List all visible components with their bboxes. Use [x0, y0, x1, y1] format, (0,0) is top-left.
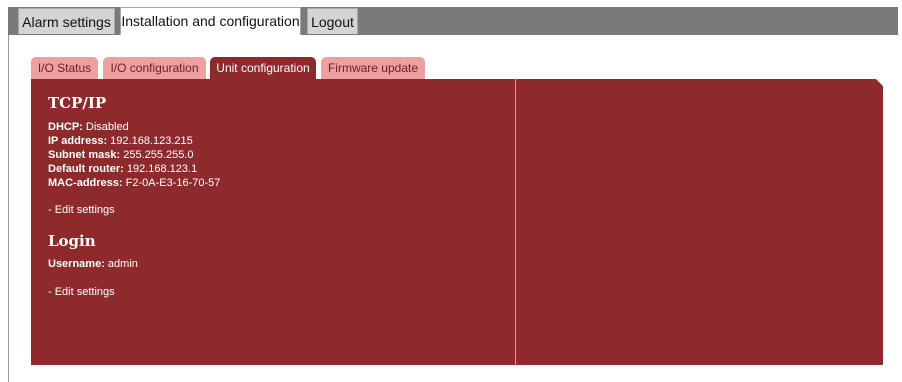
subnet-mask-row: Subnet mask: 255.255.255.0 — [48, 149, 194, 162]
tcpip-edit-settings-link[interactable]: - Edit settings — [48, 204, 115, 217]
tab-logout[interactable]: Logout — [307, 8, 358, 34]
mac-address-row: MAC-address: F2-0A-E3-16-70-57 — [48, 177, 220, 190]
username-value: admin — [107, 258, 138, 270]
tab-io-configuration[interactable]: I/O configuration — [103, 57, 206, 79]
ip-address-value: 192.168.123.215 — [110, 135, 193, 147]
tcpip-heading: TCP/IP — [48, 94, 107, 112]
dhcp-row: DHCP: Disabled — [48, 121, 129, 134]
subnet-mask-label: Subnet mask: — [48, 149, 121, 161]
default-router-row: Default router: 192.168.123.1 — [48, 163, 197, 176]
login-edit-settings-link[interactable]: - Edit settings — [48, 286, 115, 299]
tab-unit-configuration[interactable]: Unit configuration — [210, 57, 316, 80]
unit-configuration-panel — [31, 79, 883, 365]
ip-address-row: IP address: 192.168.123.215 — [48, 135, 193, 148]
panel-divider — [515, 79, 516, 365]
login-heading: Login — [48, 232, 96, 250]
dhcp-value: Disabled — [85, 121, 129, 133]
default-router-label: Default router: — [48, 163, 124, 175]
username-label: Username: — [48, 258, 105, 270]
mac-address-value: F2-0A-E3-16-70-57 — [125, 177, 221, 189]
dhcp-label: DHCP: — [48, 121, 83, 133]
tab-io-status[interactable]: I/O Status — [31, 57, 98, 79]
tab-installation-and-configuration[interactable]: Installation and configuration — [120, 7, 301, 36]
ip-address-label: IP address: — [48, 135, 108, 147]
username-row: Username: admin — [48, 258, 138, 271]
mac-address-label: MAC-address: — [48, 177, 123, 189]
default-router-value: 192.168.123.1 — [126, 163, 198, 175]
tab-firmware-update[interactable]: Firmware update — [321, 57, 425, 79]
tab-alarm-settings[interactable]: Alarm settings — [18, 8, 115, 34]
subnet-mask-value: 255.255.255.0 — [123, 149, 194, 161]
panel-corner-notch — [876, 79, 883, 86]
